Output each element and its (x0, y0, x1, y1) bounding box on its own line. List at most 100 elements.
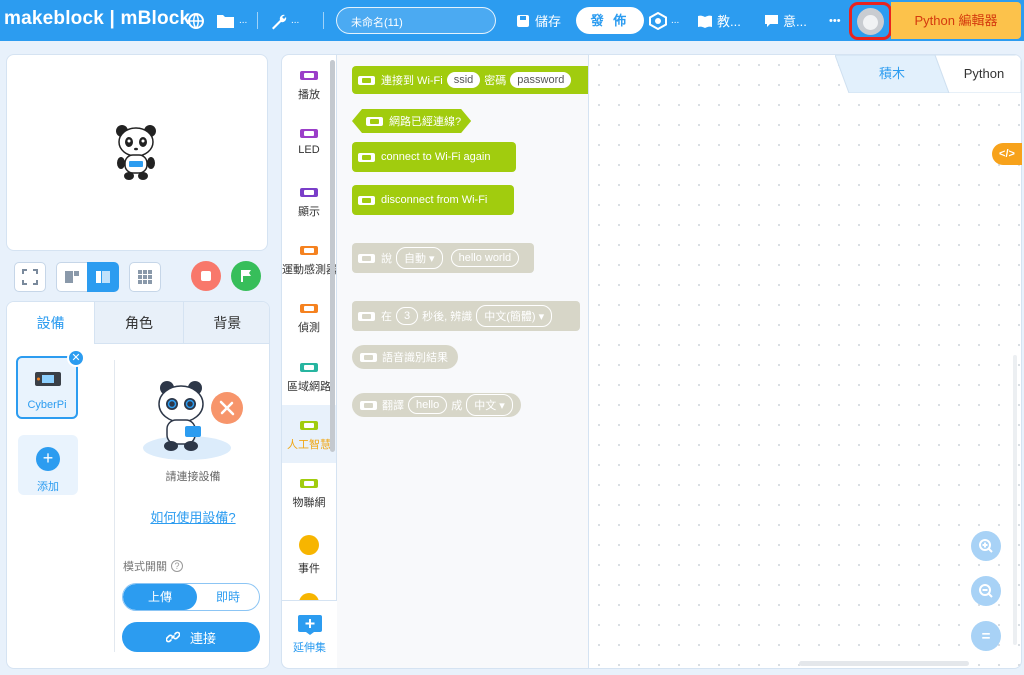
flag-icon (241, 270, 251, 282)
category-motion-icon (300, 246, 318, 255)
fullscreen-button[interactable] (14, 262, 46, 292)
cyberpi-device-icon (35, 372, 61, 386)
say-language-dropdown[interactable]: 自動 ▾ (396, 247, 443, 269)
recognize-language-dropdown[interactable]: 中文(簡體) ▾ (476, 305, 553, 327)
block-wifi-again[interactable]: connect to Wi-Fi again (352, 142, 516, 172)
code-view-toggle-icon[interactable]: </> (992, 143, 1022, 165)
category-led[interactable]: LED (282, 113, 336, 171)
wrench-icon[interactable]: ... (270, 0, 299, 41)
zoom-out-button[interactable] (971, 576, 1001, 606)
zoom-reset-button[interactable]: = (971, 621, 1001, 651)
block-device-icon (360, 400, 377, 410)
block-device-icon (366, 117, 383, 126)
project-name-input[interactable]: 未命名(11) (336, 7, 496, 34)
tab-sprites[interactable]: 角色 (94, 302, 183, 344)
block-recognize[interactable]: 在 3 秒後, 辨識 中文(簡體) ▾ (352, 301, 580, 331)
stop-icon (201, 271, 211, 281)
connect-button[interactable]: 連接 (122, 622, 260, 652)
category-lan-icon (300, 363, 318, 372)
grid-view-button[interactable] (129, 262, 161, 292)
go-flag-button[interactable] (231, 261, 261, 291)
tab-blocks[interactable]: 積木 (859, 55, 925, 93)
block-say[interactable]: 說 自動 ▾ hello world (352, 243, 534, 273)
ssid-input[interactable]: ssid (446, 72, 481, 88)
tutorials-button[interactable]: 教... (697, 0, 741, 41)
feedback-button[interactable]: 意... (764, 0, 807, 41)
category-sensing[interactable]: 偵測 (282, 288, 336, 346)
help-question-icon[interactable]: ? (171, 560, 183, 572)
layout-normal-icon (96, 271, 110, 283)
user-avatar-highlight[interactable] (849, 2, 892, 40)
translate-language-dropdown[interactable]: 中文 ▾ (466, 394, 513, 416)
connect-label: 連接 (189, 630, 216, 646)
block-wifi-connected[interactable]: 網路已經連線? (352, 109, 471, 133)
python-editor-button[interactable]: Python 編輯器 (891, 2, 1021, 39)
hex-share-icon (649, 11, 667, 30)
zoom-in-button[interactable] (971, 531, 1001, 561)
mode-upload-option[interactable]: 上傳 (123, 584, 197, 610)
panda-sprite[interactable] (115, 123, 157, 181)
panda-disconnected-illustration (143, 381, 243, 460)
stage-canvas[interactable] (6, 54, 268, 251)
small-stage-button[interactable] (56, 262, 88, 292)
add-extension-icon (297, 615, 322, 635)
block-speech-result[interactable]: 語音識別結果 (352, 345, 458, 369)
normal-stage-button[interactable] (87, 262, 119, 292)
stop-button[interactable] (191, 261, 221, 291)
script-workspace[interactable]: 積木 Python (588, 54, 1022, 669)
recognize-seconds-input[interactable]: 3 (396, 307, 419, 325)
password-input[interactable]: password (510, 72, 572, 88)
tab-backgrounds[interactable]: 背景 (182, 302, 269, 344)
workspace-vertical-scrollbar[interactable] (1013, 355, 1017, 645)
category-play[interactable]: 播放 (282, 55, 336, 113)
add-device-button[interactable]: + 添加 (18, 435, 78, 495)
workspace-horizontal-scrollbar[interactable] (799, 661, 969, 666)
device-card-cyberpi[interactable]: CyberPi (16, 356, 78, 419)
howto-device-link[interactable]: 如何使用設備? (115, 507, 269, 526)
category-display[interactable]: 顯示 (282, 172, 336, 230)
category-ai[interactable]: 人工智慧 (282, 405, 336, 463)
tab-python[interactable]: Python (949, 55, 1019, 93)
category-display-icon (300, 188, 318, 197)
mode-switch-label-row: 模式開關 ? (123, 558, 183, 574)
category-lan[interactable]: 區域網路 (282, 347, 336, 405)
category-sensing-icon (300, 304, 318, 313)
save-label: 儲存 (535, 14, 562, 29)
extensions-label: 延伸集 (293, 642, 326, 654)
category-iot[interactable]: 物聯網 (282, 463, 336, 521)
mode-toggle[interactable]: 上傳 即時 (122, 583, 260, 611)
save-button[interactable]: 儲存 (516, 0, 561, 41)
language-globe-icon[interactable] (187, 0, 207, 41)
tutorials-share-button[interactable]: ... (648, 0, 679, 41)
grid-icon (138, 270, 152, 284)
top-bar: makeblock | mBlock ... ... 未命名(11) 儲存 發 … (0, 0, 1024, 41)
block-device-icon (358, 253, 375, 263)
block-device-icon (358, 75, 375, 85)
block-category-list: 播放 LED 顯示 運動感測器 偵測 區域網路 人工智慧 物聯網 事件 (281, 54, 337, 669)
remove-device-close-icon[interactable]: ✕ (67, 349, 85, 367)
say-text-input[interactable]: hello world (450, 249, 520, 267)
feedback-label: 意... (783, 14, 807, 29)
category-events[interactable]: 事件 (282, 521, 336, 579)
file-folder-icon[interactable]: ... (216, 0, 247, 41)
add-label: 添加 (37, 481, 59, 493)
more-menu-button[interactable]: ••• (829, 0, 841, 41)
block-wifi-connect[interactable]: 連接到 Wi-Fi ssid 密碼 password (352, 66, 588, 94)
category-motion-sensor[interactable]: 運動感測器 (282, 230, 336, 288)
block-wifi-disconnect[interactable]: disconnect from Wi-Fi (352, 185, 514, 215)
mode-live-option[interactable]: 即時 (197, 584, 259, 610)
tutorials-label: 教... (717, 14, 741, 29)
chat-icon (765, 14, 778, 27)
tab-devices[interactable]: 設備 (7, 302, 95, 344)
user-avatar-icon (857, 8, 884, 35)
panel-divider (114, 360, 115, 652)
publish-button[interactable]: 發 佈 (576, 7, 644, 34)
extensions-button[interactable]: 延伸集 (281, 600, 337, 669)
category-iot-icon (300, 479, 318, 488)
category-scrollbar[interactable] (330, 60, 335, 452)
translate-text-input[interactable]: hello (408, 396, 448, 414)
zoom-out-icon (979, 584, 993, 598)
block-translate[interactable]: 翻譯 hello 成 中文 ▾ (352, 393, 521, 417)
zoom-in-icon (979, 539, 993, 553)
category-play-icon (300, 71, 318, 80)
